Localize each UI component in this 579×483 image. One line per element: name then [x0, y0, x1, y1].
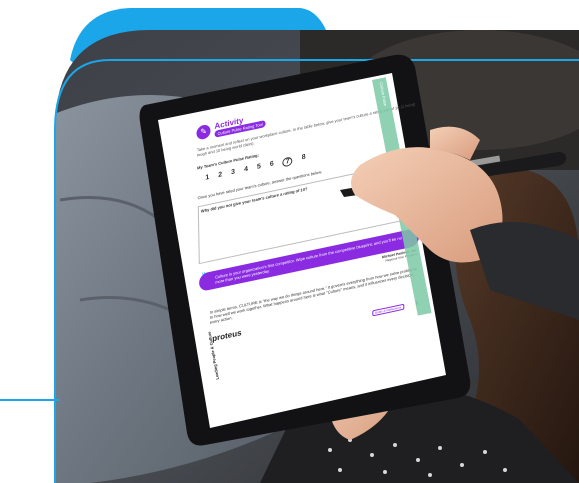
- rating-option[interactable]: 1: [205, 174, 209, 184]
- photo-scene: ✎ Activity Culture Pulse Rating Tool Tak…: [0, 0, 579, 483]
- quote-icon: “: [201, 270, 206, 283]
- rating-option[interactable]: 2: [218, 171, 222, 181]
- rating-option[interactable]: 8: [302, 154, 306, 164]
- rating-option[interactable]: 3: [231, 168, 235, 178]
- rating-option[interactable]: 4: [244, 166, 248, 176]
- rating-option-selected[interactable]: 7: [282, 156, 293, 168]
- rating-option[interactable]: 6: [270, 160, 274, 170]
- side-tab-label: Culture Pulse: [378, 81, 389, 107]
- pencil-icon: ✎: [196, 123, 211, 141]
- rating-option[interactable]: 5: [257, 163, 261, 173]
